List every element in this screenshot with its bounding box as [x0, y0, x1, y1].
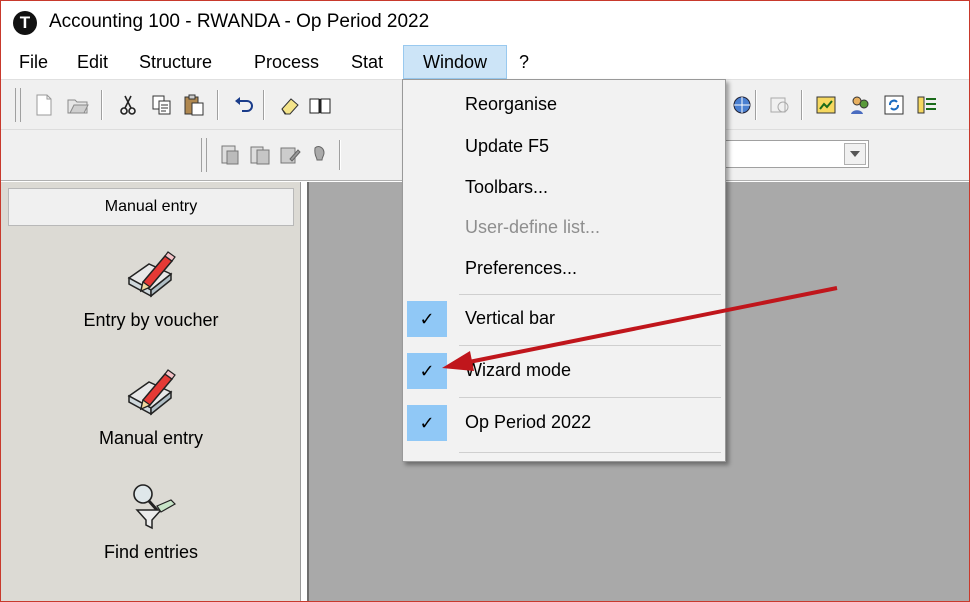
find-entries-label: Find entries	[103, 542, 199, 562]
menu-item-reorganise[interactable]: Reorganise	[403, 84, 725, 124]
entry-by-voucher-shortcut[interactable]: Entry by voucher	[1, 248, 301, 331]
open-folder-icon[interactable]	[65, 92, 91, 118]
application-window: T Accounting 100 - RWANDA - Op Period 20…	[0, 0, 970, 602]
check-icon: ✓	[407, 301, 447, 337]
menu-item-label: Update F5	[465, 136, 550, 156]
toolbar-separator	[755, 90, 757, 120]
chart-icon[interactable]	[813, 92, 839, 118]
pencil-book-icon	[127, 251, 176, 298]
menu-item-label: Preferences...	[465, 258, 578, 278]
toolbar-grip[interactable]	[201, 138, 207, 172]
menu-item-user-define-list: User-define list...	[403, 207, 725, 247]
window-title: Accounting 100 - RWANDA - Op Period 2022	[49, 11, 430, 32]
menu-edit[interactable]: Edit	[71, 45, 114, 79]
manual-entry-label: Manual entry	[98, 428, 204, 448]
menu-item-label: Op Period 2022	[465, 412, 592, 432]
menu-item-preferences[interactable]: Preferences...	[403, 248, 725, 288]
menu-stat[interactable]: Stat	[345, 45, 389, 79]
menu-item-wizard-mode[interactable]: ✓ Wizard mode	[403, 350, 725, 390]
menu-item-toolbars[interactable]: Toolbars...	[403, 167, 725, 207]
menu-item-op-period[interactable]: ✓ Op Period 2022	[403, 402, 725, 442]
toolbar-separator	[801, 90, 803, 120]
pin-icon[interactable]	[307, 142, 333, 168]
menu-item-label: Reorganise	[465, 94, 558, 114]
copy-icon[interactable]	[149, 92, 175, 118]
document-icon[interactable]	[217, 142, 243, 168]
toolbar-grip[interactable]	[15, 88, 21, 122]
toolbar-separator	[217, 90, 219, 120]
refresh-icon[interactable]	[881, 92, 907, 118]
menu-item-update[interactable]: Update F5	[403, 126, 725, 166]
new-document-icon[interactable]	[31, 92, 57, 118]
menu-help[interactable]: ?	[513, 45, 535, 79]
menu-item-label: Vertical bar	[465, 308, 556, 328]
panel-header[interactable]: Manual entry	[8, 188, 294, 226]
document-edit-icon[interactable]	[277, 142, 303, 168]
toolbar-separator	[101, 90, 103, 120]
title-bar: T Accounting 100 - RWANDA - Op Period 20…	[1, 1, 969, 45]
menu-item-label: Toolbars...	[465, 177, 549, 197]
check-icon: ✓	[407, 405, 447, 441]
menu-item-label: User-define list...	[465, 217, 601, 237]
menu-separator	[459, 397, 721, 398]
magnifier-funnel-icon	[133, 484, 176, 530]
toolbar-separator	[263, 90, 265, 120]
menu-file[interactable]: File	[13, 45, 54, 79]
people-icon[interactable]	[847, 92, 873, 118]
menu-separator	[459, 452, 721, 453]
eraser-icon[interactable]	[277, 92, 303, 118]
pencil-book-icon	[127, 369, 176, 416]
chevron-down-icon[interactable]	[844, 143, 866, 165]
check-icon: ✓	[407, 353, 447, 389]
vertical-bar-panel: Manual entry Entry by voucher Manual ent…	[1, 182, 301, 601]
document-stack-icon[interactable]	[247, 142, 273, 168]
paste-icon[interactable]	[181, 92, 207, 118]
app-logo-icon: T	[13, 11, 37, 35]
entry-by-voucher-label: Entry by voucher	[83, 310, 219, 330]
globe-icon[interactable]	[729, 92, 755, 118]
cut-icon[interactable]	[115, 92, 141, 118]
menu-separator	[459, 294, 721, 295]
menu-process[interactable]: Process	[248, 45, 325, 79]
grid-icon[interactable]	[915, 92, 941, 118]
manual-entry-shortcut[interactable]: Manual entry	[1, 366, 301, 449]
period-select[interactable]	[725, 140, 869, 168]
window-menu-dropdown: Reorganise Update F5 Toolbars... User-de…	[402, 79, 726, 462]
menu-bar: File Edit Structure Process Stat Window …	[1, 45, 969, 79]
disabled-icon	[767, 92, 793, 118]
menu-item-label: Wizard mode	[465, 360, 572, 380]
menu-structure[interactable]: Structure	[133, 45, 218, 79]
menu-item-vertical-bar[interactable]: ✓ Vertical bar	[403, 298, 725, 338]
undo-icon[interactable]	[231, 92, 257, 118]
toolbar-separator	[339, 140, 341, 170]
menu-window[interactable]: Window	[403, 45, 507, 79]
book-icon[interactable]	[307, 92, 333, 118]
find-entries-shortcut[interactable]: Find entries	[1, 480, 301, 563]
menu-separator	[459, 345, 721, 346]
